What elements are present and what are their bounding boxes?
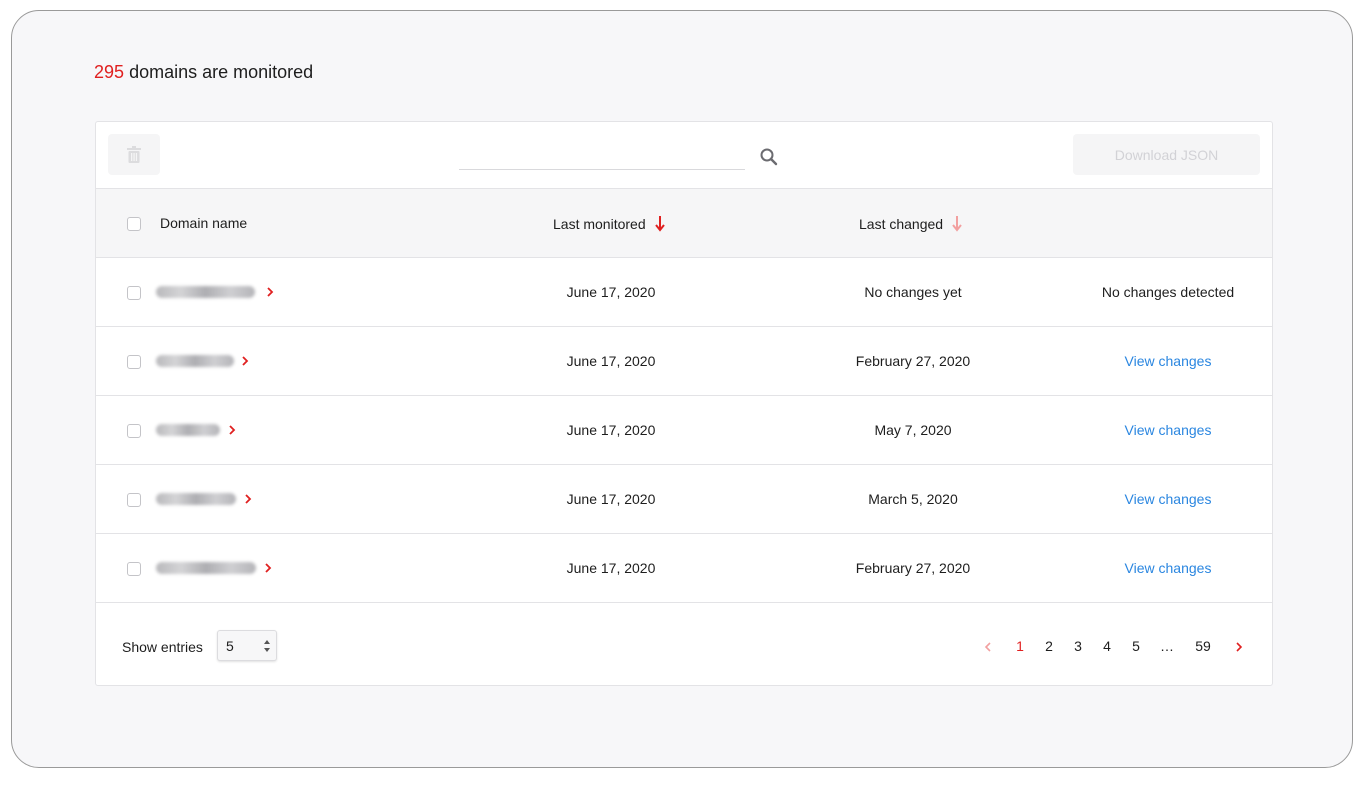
last-changed-cell: February 27, 2020 xyxy=(855,560,971,576)
sort-arrow-down-icon[interactable] xyxy=(654,215,666,232)
view-changes-link[interactable]: View changes xyxy=(1068,491,1268,507)
last-monitored-cell: June 17, 2020 xyxy=(566,491,656,507)
domain-name-redacted[interactable] xyxy=(156,562,256,574)
table-footer: Show entries 5 1 2 3 4 5 … 59 xyxy=(96,603,1272,687)
chevron-right-icon[interactable] xyxy=(265,285,275,299)
table-row: June 17, 2020 May 7, 2020 View changes xyxy=(96,396,1272,465)
select-all-checkbox[interactable] xyxy=(127,217,141,231)
column-header-last-monitored[interactable]: Last monitored xyxy=(553,215,666,232)
page-2[interactable]: 2 xyxy=(1039,638,1059,654)
sort-arrow-down-icon[interactable] xyxy=(951,215,963,232)
last-monitored-cell: June 17, 2020 xyxy=(566,353,656,369)
last-changed-label: Last changed xyxy=(859,215,944,232)
next-page-icon[interactable] xyxy=(1234,640,1244,654)
table-toolbar: Download JSON xyxy=(96,122,1272,189)
delete-button[interactable] xyxy=(108,134,160,175)
page-3[interactable]: 3 xyxy=(1068,638,1088,654)
prev-page-icon[interactable] xyxy=(983,640,993,654)
page-5[interactable]: 5 xyxy=(1126,638,1146,654)
last-changed-cell: No changes yet xyxy=(864,284,962,300)
view-changes-link[interactable]: View changes xyxy=(1068,422,1268,438)
search-box xyxy=(459,143,779,171)
table-row: June 17, 2020 No changes yet No changes … xyxy=(96,258,1272,327)
last-monitored-cell: June 17, 2020 xyxy=(566,422,656,438)
row-checkbox[interactable] xyxy=(127,355,141,369)
row-checkbox[interactable] xyxy=(127,493,141,507)
table-row: June 17, 2020 March 5, 2020 View changes xyxy=(96,465,1272,534)
last-monitored-label: Last monitored xyxy=(553,215,646,232)
table-header: Domain name Last monitored Last changed xyxy=(96,189,1272,258)
table-row: June 17, 2020 February 27, 2020 View cha… xyxy=(96,327,1272,396)
domain-name-redacted[interactable] xyxy=(156,424,220,436)
column-header-domain[interactable]: Domain name xyxy=(160,215,247,231)
last-changed-cell: February 27, 2020 xyxy=(855,353,971,369)
view-changes-link[interactable]: View changes xyxy=(1068,353,1268,369)
last-changed-cell: March 5, 2020 xyxy=(868,491,958,507)
page-1[interactable]: 1 xyxy=(1010,638,1030,654)
last-monitored-cell: June 17, 2020 xyxy=(566,284,656,300)
last-monitored-cell: June 17, 2020 xyxy=(566,560,656,576)
chevron-right-icon[interactable] xyxy=(263,561,273,575)
entries-value: 5 xyxy=(226,638,234,654)
view-changes-link[interactable]: View changes xyxy=(1068,560,1268,576)
table-row: June 17, 2020 February 27, 2020 View cha… xyxy=(96,534,1272,603)
last-changed-cell: May 7, 2020 xyxy=(874,422,952,438)
row-checkbox[interactable] xyxy=(127,424,141,438)
domain-name-redacted[interactable] xyxy=(156,355,234,367)
monitored-count: 295 xyxy=(94,62,125,82)
row-checkbox[interactable] xyxy=(127,286,141,300)
page-title: 295 domains are monitored xyxy=(94,62,313,83)
page-4[interactable]: 4 xyxy=(1097,638,1117,654)
domain-name-redacted[interactable] xyxy=(156,493,236,505)
search-icon[interactable] xyxy=(759,147,779,167)
no-changes-text: No changes detected xyxy=(1101,284,1235,300)
page-ellipsis: … xyxy=(1160,638,1174,654)
chevron-right-icon[interactable] xyxy=(243,492,253,506)
chevron-right-icon[interactable] xyxy=(240,354,250,368)
domain-name-redacted[interactable] xyxy=(156,286,255,298)
entries-per-page-select[interactable]: 5 xyxy=(217,630,277,661)
select-arrows-icon xyxy=(264,640,270,652)
row-checkbox[interactable] xyxy=(127,562,141,576)
domains-table-card: Download JSON Domain name Last monitored… xyxy=(95,121,1273,686)
show-entries-label: Show entries xyxy=(122,639,203,655)
download-json-button[interactable]: Download JSON xyxy=(1073,134,1260,175)
search-input[interactable] xyxy=(459,143,745,170)
chevron-right-icon[interactable] xyxy=(227,423,237,437)
column-header-last-changed[interactable]: Last changed xyxy=(859,215,963,232)
page-59[interactable]: 59 xyxy=(1193,638,1213,654)
trash-icon xyxy=(127,146,141,163)
monitored-text: domains are monitored xyxy=(129,62,314,82)
